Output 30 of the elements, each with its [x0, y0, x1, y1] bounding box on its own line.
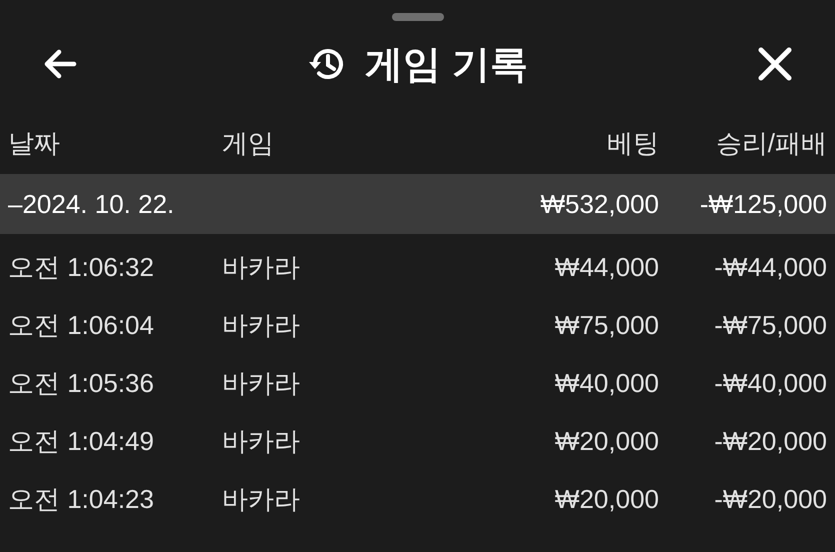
group-result-total: -₩125,000 — [698, 188, 827, 220]
bet-cell-text: ₩75,000 — [554, 310, 659, 340]
game-cell-text: 바카라 — [222, 482, 301, 516]
group-bet-total: ₩532,000 — [539, 188, 659, 220]
page-title: 게임 기록 — [365, 42, 528, 88]
time-cell-text: 오전 1:04:49 — [8, 424, 155, 458]
group-date: –2024. 10. 22. — [8, 188, 176, 220]
bet-cell-text: ₩20,000 — [554, 484, 659, 514]
game-cell-text: 바카라 — [222, 366, 301, 400]
column-header: 게임 — [222, 126, 275, 160]
column-header: 베팅 — [606, 126, 659, 160]
time-cell-text: 오전 1:06:32 — [8, 250, 155, 284]
game-cell-text: 바카라 — [222, 308, 301, 342]
bet-cell-text: ₩20,000 — [554, 426, 659, 456]
time-cell-text: 오전 1:04:23 — [8, 482, 155, 516]
column-header: 승리/패배 — [714, 126, 827, 160]
game-cell-text: 바카라 — [222, 424, 301, 458]
game-cell-text: 바카라 — [222, 250, 301, 284]
time-cell-text: 오전 1:05:36 — [8, 366, 155, 400]
column-header: 날짜 — [8, 126, 61, 160]
bet-cell-text: ₩40,000 — [554, 368, 659, 398]
drag-handle[interactable] — [392, 13, 444, 21]
date-group-row[interactable]: –2024. 10. 22. ₩532,000 -₩125,000 — [0, 174, 835, 234]
bet-cell-text: ₩44,000 — [554, 252, 659, 282]
result-cell-text: -₩40,000 — [713, 368, 827, 398]
result-cell-text: -₩44,000 — [713, 252, 827, 282]
result-cell-text: -₩20,000 — [713, 484, 827, 514]
result-cell-text: -₩20,000 — [713, 426, 827, 456]
result-cell-text: -₩75,000 — [713, 310, 827, 340]
time-cell-text: 오전 1:06:04 — [8, 308, 155, 342]
